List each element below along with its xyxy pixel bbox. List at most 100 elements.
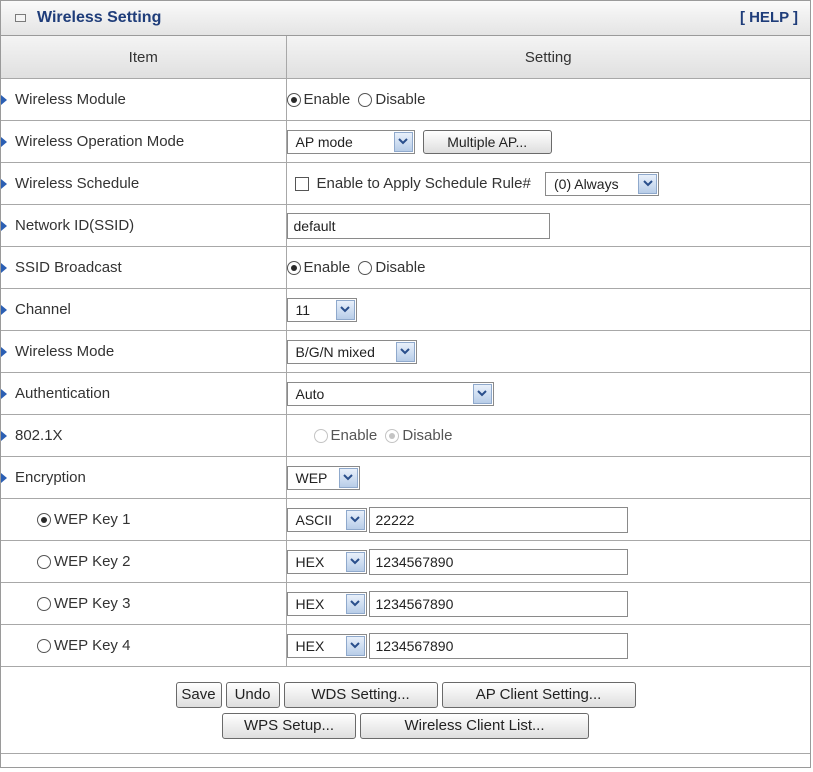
wireless-mode-label: Wireless Mode (15, 343, 115, 360)
wep-key-1-format-select[interactable]: ASCII (286, 507, 367, 532)
row-channel: Channel 11 (1, 288, 810, 331)
ssid-broadcast-disable-radio[interactable] (358, 260, 373, 275)
wep-key-2-format-select[interactable]: HEX (286, 549, 367, 574)
wep-key-format-value: ASCII (295, 511, 333, 528)
channel-label: Channel (15, 301, 71, 318)
row-setting: WEP (285, 456, 810, 499)
multiple-ap-button[interactable]: Multiple AP... (422, 129, 552, 154)
footer-line-1: Save Undo WDS Setting... AP Client Setti… (1, 680, 810, 710)
wireless-setting-panel: Wireless Setting [ HELP ] Item Setting W… (0, 0, 811, 768)
operation-mode-select[interactable]: AP mode (286, 129, 415, 154)
row-ssid-broadcast: SSID Broadcast Enable Disable (1, 246, 810, 289)
row-wep-key: WEP Key 4 HEX 1234567890 (1, 624, 810, 667)
bullet-arrow-icon (1, 347, 7, 358)
chevron-down-icon (335, 299, 355, 320)
wep-key-2-radio[interactable] (37, 554, 51, 569)
wep-key-4-input[interactable]: 1234567890 (368, 632, 628, 659)
channel-select[interactable]: 11 (286, 297, 357, 322)
save-button[interactable]: Save (175, 681, 222, 708)
bullet-arrow-icon (1, 137, 7, 148)
encryption-value: WEP (295, 469, 328, 486)
ssid-broadcast-enable-radio[interactable] (286, 260, 301, 275)
chevron-down-icon (393, 131, 413, 152)
chevron-down-icon (345, 551, 365, 572)
undo-button[interactable]: Undo (225, 681, 280, 708)
row-label: Channel (1, 288, 287, 331)
dot1x-label: 802.1X (15, 427, 63, 444)
wep-key-label: WEP Key 4 (54, 637, 131, 655)
wireless-mode-select[interactable]: B/G/N mixed (286, 339, 417, 364)
row-footer-actions: Save Undo WDS Setting... AP Client Setti… (1, 666, 810, 754)
wep-key-2-input[interactable]: 1234567890 (368, 548, 628, 575)
chevron-down-icon (395, 341, 415, 362)
bullet-arrow-icon (1, 473, 7, 484)
row-label: SSID Broadcast (1, 246, 287, 289)
encryption-select[interactable]: WEP (286, 465, 360, 490)
row-wireless-schedule: Wireless Schedule Enable to Apply Schedu… (1, 162, 810, 205)
row-wireless-mode: Wireless Mode B/G/N mixed (1, 330, 810, 373)
wep-key-3-format-select[interactable]: HEX (286, 591, 367, 616)
row-setting: Enable Disable (285, 246, 810, 289)
schedule-rule-select[interactable]: (0) Always (545, 171, 659, 196)
row-label: 802.1X (1, 414, 287, 457)
wep-key-1-input[interactable]: 22222 (368, 506, 628, 533)
row-setting: B/G/N mixed (285, 330, 810, 373)
wep-key-4-radio[interactable] (37, 638, 51, 653)
panel-titlebar: Wireless Setting [ HELP ] (1, 1, 810, 36)
chevron-down-icon (472, 383, 492, 404)
radio-label-disable: Disable (402, 427, 453, 445)
operation-mode-label: Wireless Operation Mode (15, 133, 185, 150)
dot1x-disable-radio (385, 428, 400, 443)
wireless-module-disable-radio[interactable] (358, 92, 373, 107)
wep-key-3-radio[interactable] (37, 596, 51, 611)
wep-key-format-value: HEX (295, 553, 325, 570)
row-ssid: Network ID(SSID) default (1, 204, 810, 247)
authentication-value: Auto (295, 385, 325, 402)
bullet-arrow-icon (1, 179, 7, 190)
row-wireless-module: Wireless Module Enable Disable (1, 78, 810, 121)
row-label: WEP Key 2 (1, 540, 287, 583)
bullet-arrow-icon (1, 305, 7, 316)
schedule-rule-label: Enable to Apply Schedule Rule# (316, 175, 531, 192)
authentication-select[interactable]: Auto (286, 381, 494, 406)
row-setting: Enable to Apply Schedule Rule# (0) Alway… (285, 162, 810, 205)
radio-label-enable: Enable (303, 259, 351, 277)
chevron-down-icon (345, 635, 365, 656)
row-setting: AP mode Multiple AP... (285, 120, 810, 163)
row-setting: Enable Disable (285, 414, 810, 457)
row-label: WEP Key 3 (1, 582, 287, 625)
radio-label-disable: Disable (375, 259, 426, 277)
wep-key-label: WEP Key 2 (54, 553, 131, 571)
wep-key-3-input[interactable]: 1234567890 (368, 590, 628, 617)
bullet-arrow-icon (1, 431, 7, 442)
encryption-label: Encryption (15, 469, 86, 486)
page-title: Wireless Setting (37, 9, 162, 26)
row-label: Wireless Module (1, 78, 287, 121)
row-setting: Enable Disable (285, 78, 810, 121)
ssid-broadcast-label: SSID Broadcast (15, 259, 122, 276)
help-link[interactable]: [ HELP ] (740, 9, 798, 26)
wds-setting-button[interactable]: WDS Setting... (283, 681, 438, 708)
wps-setup-button[interactable]: WPS Setup... (222, 712, 356, 739)
row-setting: default (285, 204, 810, 247)
column-header-setting: Setting (285, 36, 810, 79)
wireless-client-list-button[interactable]: Wireless Client List... (360, 712, 589, 739)
radio-label-enable: Enable (303, 91, 351, 109)
row-setting: HEX 1234567890 (285, 540, 810, 583)
chevron-down-icon (345, 593, 365, 614)
window-icon (15, 14, 26, 22)
row-label: Wireless Mode (1, 330, 287, 373)
row-label: Wireless Schedule (1, 162, 287, 205)
row-wep-key: WEP Key 2 HEX 1234567890 (1, 540, 810, 583)
wep-key-4-format-select[interactable]: HEX (286, 633, 367, 658)
row-802-1x: 802.1X Enable Disable (1, 414, 810, 457)
ssid-input[interactable]: default (286, 212, 550, 239)
row-label: Network ID(SSID) (1, 204, 287, 247)
row-label: Authentication (1, 372, 287, 415)
footer-line-2: WPS Setup... Wireless Client List... (1, 711, 810, 741)
wireless-module-enable-radio[interactable] (286, 92, 301, 107)
wep-key-1-radio[interactable] (37, 512, 51, 527)
ap-client-setting-button[interactable]: AP Client Setting... (441, 681, 636, 708)
schedule-rule-checkbox[interactable] (294, 176, 309, 191)
row-setting: HEX 1234567890 (285, 582, 810, 625)
